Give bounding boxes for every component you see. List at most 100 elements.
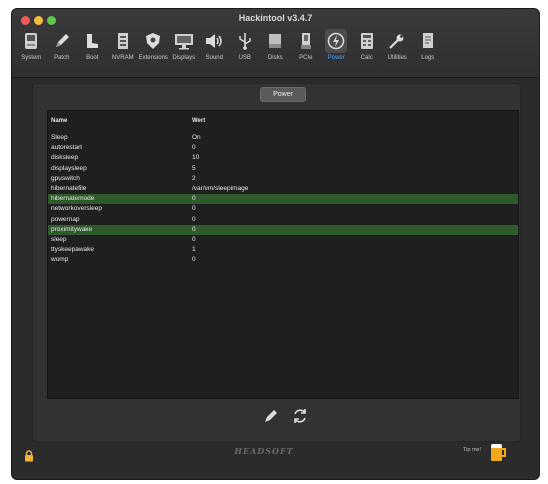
row-name: hibernatemode xyxy=(51,195,95,203)
power-panel: Power Name Wert Sleep On autorestart 0 dis… xyxy=(32,83,521,442)
pencil-icon xyxy=(265,410,277,422)
tab-extensions-label: Extensions xyxy=(138,55,168,61)
row-name: displaysleep xyxy=(51,164,87,172)
tab-calc[interactable]: Calc xyxy=(352,27,383,73)
table-row[interactable]: autorestart 0 xyxy=(48,143,518,153)
row-name: ttyskeepawake xyxy=(51,246,94,254)
table-row[interactable]: ttyskeepawake 1 xyxy=(48,245,518,255)
table-row[interactable]: disksleep 10 xyxy=(48,153,518,163)
wrench-icon xyxy=(386,29,408,53)
tab-power[interactable]: Power xyxy=(321,27,352,73)
window-title: Hackintool v3.4.7 xyxy=(238,13,313,23)
column-header-value[interactable]: Wert xyxy=(192,118,205,124)
headsoft-logo: HEADSOFT xyxy=(234,446,294,456)
row-value: 0 xyxy=(192,235,196,243)
row-value: 0 xyxy=(192,205,196,213)
row-value: /var/vm/sleepimage xyxy=(192,184,249,192)
boot-icon xyxy=(81,29,103,53)
row-value: On xyxy=(192,134,201,141)
refresh-button[interactable] xyxy=(291,407,309,425)
tab-patch[interactable]: Patch xyxy=(47,27,78,73)
row-name: autorestart xyxy=(51,144,83,152)
table-row[interactable]: networkoversleep 0 xyxy=(48,204,518,214)
tab-pcie[interactable]: PCIe xyxy=(291,27,322,73)
table-rows: Sleep On autorestart 0 disksleep 10 display… xyxy=(48,133,518,265)
tab-logs[interactable]: Logs xyxy=(413,27,444,73)
tab-utilities[interactable]: Utilities xyxy=(382,27,413,73)
table-row-selected[interactable]: proximitywake 0 xyxy=(48,224,518,235)
tab-sound[interactable]: Sound xyxy=(199,27,230,73)
row-value: 0 xyxy=(192,225,196,233)
tab-pcie-label: PCIe xyxy=(299,55,313,61)
tab-extensions[interactable]: Extensions xyxy=(138,27,169,73)
section-title-button: Power xyxy=(260,87,306,102)
refresh-icon xyxy=(294,409,306,423)
calculator-icon xyxy=(356,29,378,53)
table-row[interactable]: Sleep On xyxy=(48,133,518,143)
tab-disks[interactable]: Disks xyxy=(260,27,291,73)
tab-logs-label: Logs xyxy=(421,55,435,61)
tip-me-label[interactable]: Tip me! xyxy=(463,447,481,453)
bottom-toolbar xyxy=(257,406,317,426)
row-value: 0 xyxy=(192,215,196,223)
edit-pencil-button[interactable] xyxy=(263,408,279,424)
tab-calc-label: Calc xyxy=(360,55,373,61)
row-name: powernap xyxy=(51,215,80,223)
tab-displays-label: Displays xyxy=(172,55,196,61)
speaker-icon xyxy=(203,29,225,53)
tab-patch-label: Patch xyxy=(54,55,70,61)
tab-nvram-label: NVRAM xyxy=(111,55,134,61)
display-monitor-icon xyxy=(173,29,195,53)
tab-usb[interactable]: USB xyxy=(230,27,261,73)
beer-icon xyxy=(491,444,506,461)
lock-button[interactable] xyxy=(24,447,34,462)
beer-donate-button[interactable] xyxy=(488,441,508,463)
row-name: networkoversleep xyxy=(51,205,102,213)
table-row[interactable]: sleep 0 xyxy=(48,235,518,245)
tab-system[interactable]: System xyxy=(16,27,47,73)
table-row[interactable]: gpuswitch 2 xyxy=(48,174,518,184)
table-header: Name Wert xyxy=(48,111,518,133)
row-value: 2 xyxy=(192,174,196,182)
tab-system-label: System xyxy=(21,55,42,61)
tab-boot[interactable]: Boot xyxy=(77,27,108,73)
row-name: proximitywake xyxy=(51,225,93,233)
pcie-card-icon xyxy=(295,29,317,53)
tab-boot-label: Boot xyxy=(86,55,99,61)
nvram-chip-icon xyxy=(112,29,134,53)
row-name: gpuswitch xyxy=(51,174,80,182)
table-row[interactable]: displaysleep 5 xyxy=(48,164,518,174)
patch-pencil-icon xyxy=(51,29,73,53)
row-value: 0 xyxy=(192,256,196,264)
row-value: 10 xyxy=(192,154,200,162)
tab-power-label: Power xyxy=(327,55,345,61)
table-row[interactable]: powernap 0 xyxy=(48,215,518,225)
row-name: hibernatefile xyxy=(51,184,87,192)
tab-usb-label: USB xyxy=(238,55,251,61)
table-row[interactable]: hibernatefile/var/vm/sleepimage xyxy=(48,184,518,194)
tab-displays[interactable]: Displays xyxy=(169,27,200,73)
table-row-selected[interactable]: hibernatemode 0 xyxy=(48,194,518,205)
system-icon xyxy=(20,29,42,53)
row-name: Sleep xyxy=(51,134,68,141)
disk-icon xyxy=(264,29,286,53)
row-name: sleep xyxy=(51,235,67,243)
power-settings-table[interactable]: Name Wert Sleep On autorestart 0 disksleep… xyxy=(47,110,519,399)
tab-utilities-label: Utilities xyxy=(387,55,407,61)
row-value: 1 xyxy=(192,246,196,254)
title-bar: Hackintool v3.4.7 System Patch Boot NVRA… xyxy=(12,9,539,78)
row-name: womp xyxy=(51,256,69,264)
table-row[interactable]: womp 0 xyxy=(48,255,518,265)
row-name: disksleep xyxy=(51,154,79,162)
row-value: 0 xyxy=(192,195,196,203)
tab-disks-label: Disks xyxy=(267,55,283,61)
column-header-name[interactable]: Name xyxy=(51,118,67,124)
lock-icon xyxy=(25,450,33,462)
app-window: Hackintool v3.4.7 System Patch Boot NVRA… xyxy=(11,8,540,480)
tab-nvram[interactable]: NVRAM xyxy=(108,27,139,73)
usb-icon xyxy=(234,29,256,53)
extensions-shield-icon xyxy=(142,29,164,53)
logs-icon xyxy=(417,29,439,53)
power-bolt-icon xyxy=(325,29,348,53)
toolbar: System Patch Boot NVRAM Extensions Displ… xyxy=(16,27,535,73)
